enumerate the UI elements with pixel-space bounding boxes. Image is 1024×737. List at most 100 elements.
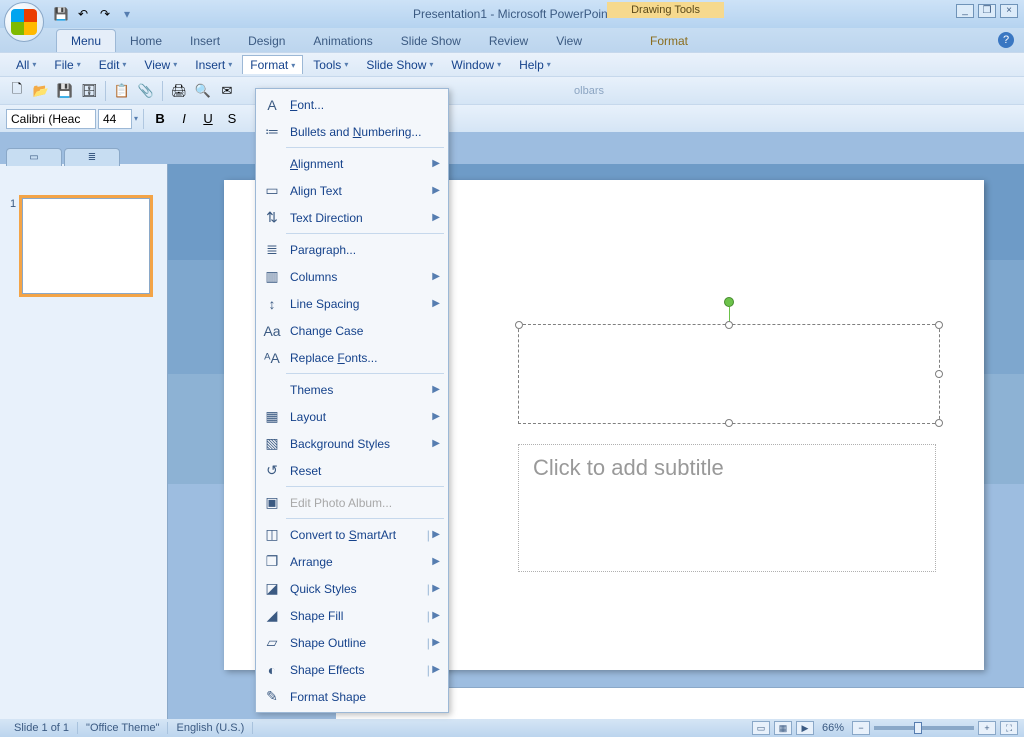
- help-icon[interactable]: ?: [998, 32, 1014, 48]
- save-as-icon[interactable]: 🗄: [78, 80, 100, 102]
- italic-button[interactable]: I: [173, 108, 195, 130]
- resize-handle-nw[interactable]: [515, 321, 523, 329]
- format-menu-item[interactable]: ✎Format Shape: [256, 683, 448, 710]
- format-menu-item[interactable]: ◐Shape Effects|▶: [256, 656, 448, 683]
- subtitle-placeholder[interactable]: Click to add subtitle: [518, 444, 936, 572]
- slideshow-view-button[interactable]: ▶: [796, 721, 814, 735]
- resize-handle-n[interactable]: [725, 321, 733, 329]
- qat-customize-icon[interactable]: ▾: [118, 5, 136, 23]
- slide-thumbnail-1[interactable]: 1: [10, 198, 157, 294]
- classic-menu-file[interactable]: File▾: [46, 55, 88, 75]
- contextual-tab-group-label: Drawing Tools: [607, 2, 724, 18]
- classic-menu-insert[interactable]: Insert▾: [187, 55, 240, 75]
- ribbon-tab-format[interactable]: Format: [636, 30, 702, 52]
- format-menu-item[interactable]: ◢Shape Fill|▶: [256, 602, 448, 629]
- redo-icon[interactable]: ↷: [96, 5, 114, 23]
- mail-icon[interactable]: ✉: [216, 80, 238, 102]
- status-language[interactable]: English (U.S.): [168, 722, 253, 734]
- classic-menu-view[interactable]: View▾: [136, 55, 185, 75]
- ribbon-tab-strip: Menu Home Insert Design Animations Slide…: [0, 28, 1024, 52]
- format-menu-item[interactable]: ▧Background Styles▶: [256, 430, 448, 457]
- save-icon[interactable]: 💾: [54, 80, 76, 102]
- menu-item-icon: ▱: [260, 632, 284, 654]
- format-menu-item[interactable]: ≣Paragraph...: [256, 236, 448, 263]
- new-icon[interactable]: 🗋: [6, 80, 28, 102]
- format-menu-item[interactable]: ▦Layout▶: [256, 403, 448, 430]
- normal-view-button[interactable]: ▭: [752, 721, 770, 735]
- format-menu-item[interactable]: ◪Quick Styles|▶: [256, 575, 448, 602]
- classic-menu-help[interactable]: Help▾: [511, 55, 559, 75]
- open-icon[interactable]: 📂: [30, 80, 52, 102]
- paste-icon[interactable]: 📋: [111, 80, 133, 102]
- close-button[interactable]: ×: [1000, 4, 1018, 18]
- minimize-button[interactable]: _: [956, 4, 974, 18]
- status-theme[interactable]: "Office Theme": [78, 722, 168, 734]
- title-placeholder[interactable]: [518, 324, 940, 424]
- format-menu-item[interactable]: Alignment▶: [256, 150, 448, 177]
- underline-button[interactable]: U: [197, 108, 219, 130]
- format-menu-item[interactable]: ↺Reset: [256, 457, 448, 484]
- format-menu-item[interactable]: AFont...: [256, 91, 448, 118]
- classic-menu-tools[interactable]: Tools▾: [305, 55, 356, 75]
- outline-tab[interactable]: ≣: [64, 148, 120, 166]
- ribbon-tab-home[interactable]: Home: [116, 30, 176, 52]
- menu-item-label: Shape Effects: [290, 663, 424, 677]
- resize-handle-ne[interactable]: [935, 321, 943, 329]
- classic-menu-all[interactable]: All▾: [8, 55, 44, 75]
- format-dropdown-menu: AFont...≔Bullets and Numbering... Alignme…: [255, 88, 449, 713]
- ribbon-tab-slideshow[interactable]: Slide Show: [387, 30, 475, 52]
- font-size-combo[interactable]: 44: [98, 109, 132, 129]
- rotation-handle[interactable]: [724, 297, 734, 307]
- format-menu-item[interactable]: ▥Columns▶: [256, 263, 448, 290]
- format-menu-item: ▣Edit Photo Album...: [256, 489, 448, 516]
- format-menu-item[interactable]: ❐Arrange▶: [256, 548, 448, 575]
- office-button[interactable]: [4, 2, 48, 46]
- zoom-in-button[interactable]: +: [978, 721, 996, 735]
- ribbon-tab-menu[interactable]: Menu: [56, 29, 116, 52]
- menu-item-icon: ▭: [260, 180, 284, 202]
- print-icon[interactable]: 🖨: [168, 80, 190, 102]
- shadow-button[interactable]: S: [221, 108, 243, 130]
- classic-menu-edit[interactable]: Edit▾: [91, 55, 135, 75]
- resize-handle-s[interactable]: [725, 419, 733, 427]
- zoom-slider[interactable]: [874, 726, 974, 730]
- format-menu-item[interactable]: ≔Bullets and Numbering...: [256, 118, 448, 145]
- attach-icon[interactable]: 📎: [135, 80, 157, 102]
- ribbon-tab-insert[interactable]: Insert: [176, 30, 234, 52]
- format-menu-item[interactable]: ᴬAReplace Fonts...: [256, 344, 448, 371]
- format-menu-item[interactable]: ◫Convert to SmartArt|▶: [256, 521, 448, 548]
- menu-item-icon: ⇅: [260, 207, 284, 229]
- bold-button[interactable]: B: [149, 108, 171, 130]
- format-menu-item[interactable]: Themes▶: [256, 376, 448, 403]
- zoom-out-button[interactable]: −: [852, 721, 870, 735]
- ribbon-tab-animations[interactable]: Animations: [299, 30, 386, 52]
- print-preview-icon[interactable]: 🔍: [192, 80, 214, 102]
- undo-icon[interactable]: ↶: [74, 5, 92, 23]
- format-menu-item[interactable]: ▭Align Text▶: [256, 177, 448, 204]
- menu-item-label: Arrange: [290, 555, 432, 569]
- ribbon-tab-view[interactable]: View: [542, 30, 596, 52]
- slides-tab[interactable]: ▭: [6, 148, 62, 166]
- restore-button[interactable]: ❐: [978, 4, 996, 18]
- classic-menu-slideshow[interactable]: Slide Show▾: [358, 55, 441, 75]
- resize-handle-e[interactable]: [935, 370, 943, 378]
- sorter-view-button[interactable]: ▦: [774, 721, 792, 735]
- submenu-arrow-icon: ▶: [432, 212, 440, 223]
- ribbon-tab-review[interactable]: Review: [475, 30, 542, 52]
- classic-menu-window[interactable]: Window▾: [443, 55, 509, 75]
- save-icon[interactable]: 💾: [52, 5, 70, 23]
- font-name-combo[interactable]: Calibri (Heac: [6, 109, 96, 129]
- format-menu-item[interactable]: ⇅Text Direction▶: [256, 204, 448, 231]
- classic-menu-format[interactable]: Format▾: [242, 55, 303, 74]
- fit-to-window-button[interactable]: ⛶: [1000, 721, 1018, 735]
- zoom-percent[interactable]: 66%: [822, 722, 844, 734]
- resize-handle-se[interactable]: [935, 419, 943, 427]
- format-menu-item[interactable]: ▱Shape Outline|▶: [256, 629, 448, 656]
- format-menu-item[interactable]: AaChange Case: [256, 317, 448, 344]
- font-size-dropdown-icon[interactable]: ▾: [134, 114, 138, 123]
- office-logo-icon: [11, 9, 37, 35]
- status-slide-number[interactable]: Slide 1 of 1: [6, 722, 78, 734]
- format-menu-item[interactable]: ↕Line Spacing▶: [256, 290, 448, 317]
- ribbon-tab-design[interactable]: Design: [234, 30, 299, 52]
- menu-item-label: Columns: [290, 270, 432, 284]
